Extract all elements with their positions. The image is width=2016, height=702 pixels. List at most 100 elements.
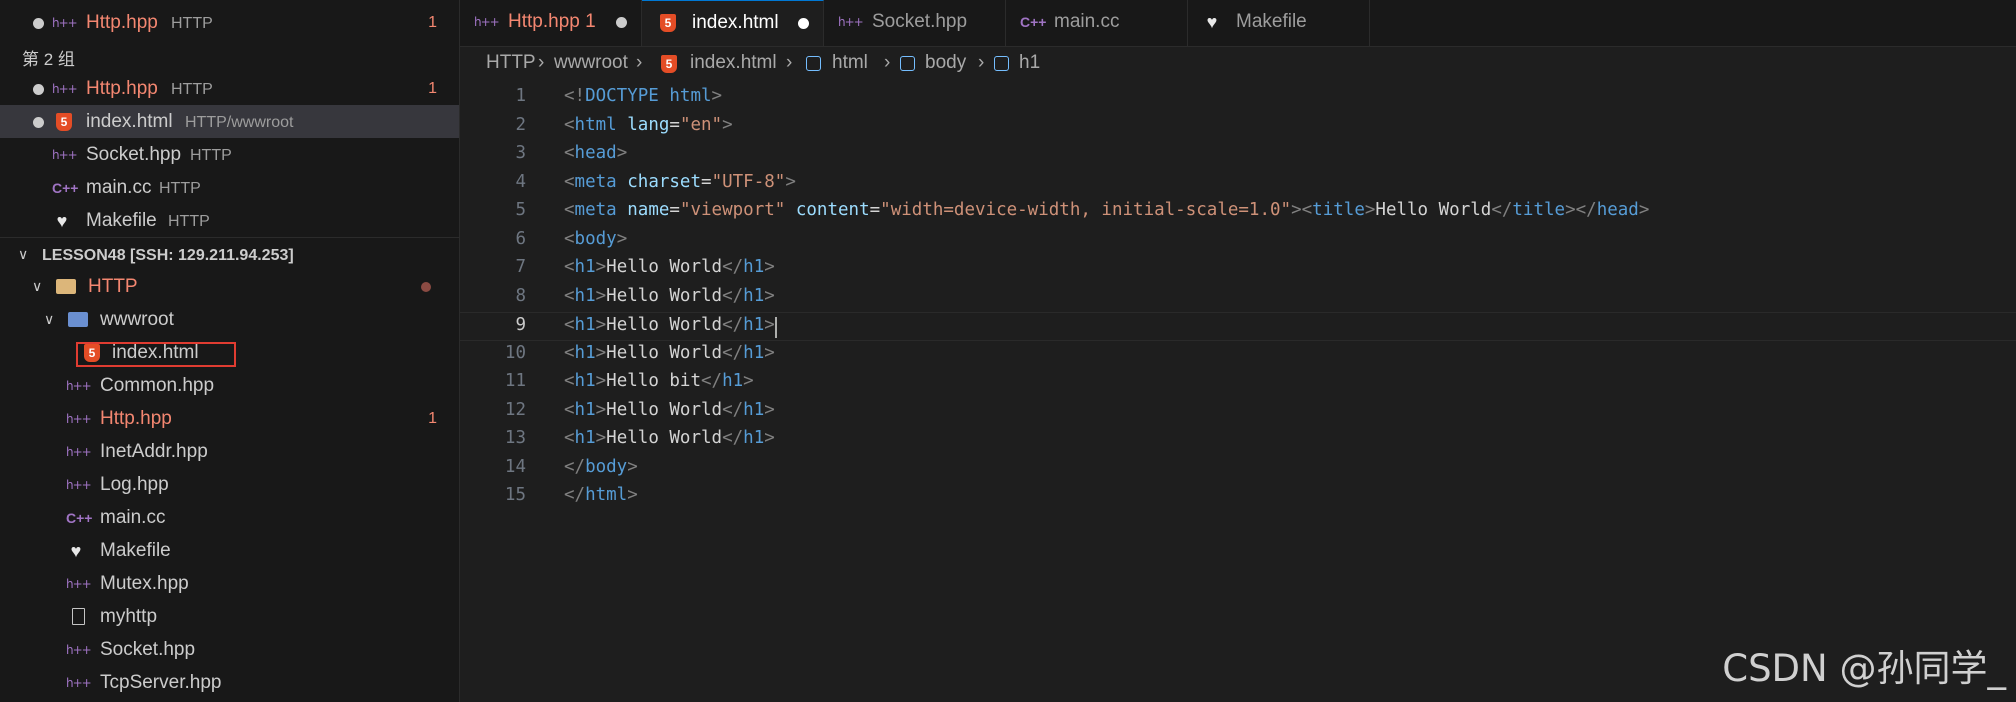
line-number: 14 xyxy=(504,456,526,477)
tree-file[interactable]: C++ main.cc xyxy=(0,501,459,534)
modified-dot-icon xyxy=(33,18,44,29)
code-line[interactable]: 4 <meta charset="UTF-8"> xyxy=(460,170,2016,199)
tree-file-label: myhttp xyxy=(100,606,158,627)
cpp-header-icon: h++ xyxy=(52,148,78,162)
cpp-header-icon: h++ xyxy=(52,82,78,96)
code-text[interactable]: <h1>Hello World</h1> xyxy=(564,428,775,448)
breadcrumb-item[interactable]: wwwroot xyxy=(554,52,628,74)
open-editor-item[interactable]: ♥ Makefile HTTP xyxy=(0,204,459,237)
watermark: CSDN @孙同学_ xyxy=(1722,647,2006,690)
unsaved-dot-icon[interactable] xyxy=(798,18,809,29)
folder-open-icon xyxy=(56,279,76,294)
code-line[interactable]: 12 <h1>Hello World</h1> xyxy=(460,398,2016,427)
code-text[interactable]: </body> xyxy=(564,457,638,477)
code-line[interactable]: 1 <!DOCTYPE html> xyxy=(460,84,2016,113)
modified-dot-icon xyxy=(33,84,44,95)
open-editor-desc: HTTP xyxy=(190,147,232,164)
code-text[interactable]: <h1>Hello World</h1> xyxy=(564,315,775,335)
breadcrumb-item[interactable]: HTTP xyxy=(486,52,536,74)
symbol-element-icon xyxy=(994,56,1009,71)
chevron-down-icon: ∨ xyxy=(18,246,29,262)
tree-file-label: TcpServer.hpp xyxy=(100,672,222,693)
tree-file[interactable]: h++ Http.hpp 1 xyxy=(0,402,459,435)
makefile-icon: ♥ xyxy=(56,211,68,231)
code-text[interactable]: <body> xyxy=(564,229,627,249)
code-line[interactable]: 5 <meta name="viewport" content="width=de… xyxy=(460,198,2016,227)
file-icon xyxy=(72,608,85,625)
tree-file[interactable]: h++ InetAddr.hpp xyxy=(0,435,459,468)
code-text[interactable]: <h1>Hello World</h1> xyxy=(564,286,775,306)
code-editor[interactable]: 1 <!DOCTYPE html> 2 <html lang="en"> 3 <head>… xyxy=(460,84,2016,702)
tab-makefile[interactable]: ♥ Makefile xyxy=(1188,0,1370,46)
tab-socket-hpp[interactable]: h++ Socket.hpp xyxy=(824,0,1006,46)
code-line[interactable]: 11 <h1>Hello bit</h1> xyxy=(460,369,2016,398)
code-line[interactable]: 8 <h1>Hello World</h1> xyxy=(460,284,2016,313)
modified-dot-icon[interactable] xyxy=(616,17,627,28)
tree-file[interactable]: h++ Log.hpp xyxy=(0,468,459,501)
problem-count-badge: 1 xyxy=(428,14,437,31)
code-line[interactable]: 13 <h1>Hello World</h1> xyxy=(460,426,2016,455)
tree-file[interactable]: h++ Socket.hpp xyxy=(0,633,459,666)
code-line[interactable]: 9 <h1>Hello World</h1> xyxy=(460,312,2016,341)
code-text[interactable]: <h1>Hello World</h1> xyxy=(564,400,775,420)
open-editor-desc: HTTP xyxy=(159,180,201,197)
open-editor-desc: HTTP xyxy=(168,213,210,230)
code-text[interactable]: <meta name="viewport" content="width=dev… xyxy=(564,200,1649,220)
code-line[interactable]: 2 <html lang="en"> xyxy=(460,113,2016,142)
line-number: 12 xyxy=(504,399,526,420)
open-editor-item[interactable]: h++ Socket.hpp HTTP xyxy=(0,138,459,171)
tree-file[interactable]: ♥ Makefile xyxy=(0,534,459,567)
symbol-element-icon xyxy=(806,56,821,71)
code-text[interactable]: <h1>Hello World</h1> xyxy=(564,257,775,277)
code-line[interactable]: 6 <body> xyxy=(460,227,2016,256)
cpp-header-icon: h++ xyxy=(66,676,92,690)
tree-file-label: InetAddr.hpp xyxy=(100,441,208,462)
open-editor-item[interactable]: h++ Http.hpp HTTP 1 xyxy=(0,72,459,105)
tree-file[interactable]: h++ TcpServer.hpp xyxy=(0,666,459,699)
open-editor-item[interactable]: h++ Http.hpp HTTP 1 xyxy=(0,6,459,39)
breadcrumb-item[interactable]: h1 xyxy=(1019,52,1040,74)
chevron-right-icon: › xyxy=(884,52,891,73)
open-editor-item-selected[interactable]: 5 index.html HTTP/wwwroot xyxy=(0,105,459,138)
chevron-right-icon: › xyxy=(636,52,643,73)
code-text[interactable]: <head> xyxy=(564,143,627,163)
tree-folder-http[interactable]: ∨ HTTP xyxy=(0,270,459,303)
tree-file[interactable]: h++ Mutex.hpp xyxy=(0,567,459,600)
tree-file[interactable]: h++ Common.hpp xyxy=(0,369,459,402)
breadcrumb-item[interactable]: html xyxy=(832,52,868,74)
code-line[interactable]: 7 <h1>Hello World</h1> xyxy=(460,255,2016,284)
code-text[interactable]: <h1>Hello World</h1> xyxy=(564,343,775,363)
code-line[interactable]: 10 <h1>Hello World</h1> xyxy=(460,341,2016,370)
open-editor-desc: HTTP xyxy=(171,81,213,98)
code-text[interactable]: <meta charset="UTF-8"> xyxy=(564,172,796,192)
code-line[interactable]: 3 <head> xyxy=(460,141,2016,170)
open-editor-item[interactable]: C++ main.cc HTTP xyxy=(0,171,459,204)
open-editor-label: index.html xyxy=(86,111,173,132)
explorer-section-header[interactable]: ∨ LESSON48 [SSH: 129.211.94.253] xyxy=(0,237,459,270)
tab-index-html[interactable]: 5 index.html xyxy=(642,0,824,46)
code-text[interactable]: <html lang="en"> xyxy=(564,115,733,135)
tree-file-label: Http.hpp xyxy=(100,408,172,429)
open-editor-label: Http.hpp xyxy=(86,12,158,33)
tree-file-label: Socket.hpp xyxy=(100,639,196,660)
code-line[interactable]: 14 </body> xyxy=(460,455,2016,484)
line-number: 7 xyxy=(515,257,526,277)
workspace-title: LESSON48 [SSH: 129.211.94.253] xyxy=(42,247,294,264)
code-line[interactable]: 15 </html> xyxy=(460,483,2016,512)
tree-folder-label: wwwroot xyxy=(100,309,174,330)
code-text[interactable]: <!DOCTYPE html> xyxy=(564,86,722,106)
code-text[interactable]: <h1>Hello bit</h1> xyxy=(564,371,754,391)
tab-label: main.cc xyxy=(1054,11,1120,32)
open-editor-label: Http.hpp xyxy=(86,78,158,99)
chevron-right-icon: › xyxy=(538,52,545,73)
line-number: 9 xyxy=(515,315,526,335)
open-editor-label: Socket.hpp xyxy=(86,144,182,165)
code-text[interactable]: </html> xyxy=(564,485,638,505)
breadcrumb-item[interactable]: index.html xyxy=(690,52,777,74)
breadcrumb-item[interactable]: body xyxy=(925,52,966,74)
tab-main-cc[interactable]: C++ main.cc xyxy=(1006,0,1188,46)
line-number: 13 xyxy=(504,428,526,448)
tree-file[interactable]: myhttp xyxy=(0,600,459,633)
tree-folder-wwwroot[interactable]: ∨ wwwroot xyxy=(0,303,459,336)
tab-http-hpp[interactable]: h++ Http.hpp 1 xyxy=(460,0,642,46)
